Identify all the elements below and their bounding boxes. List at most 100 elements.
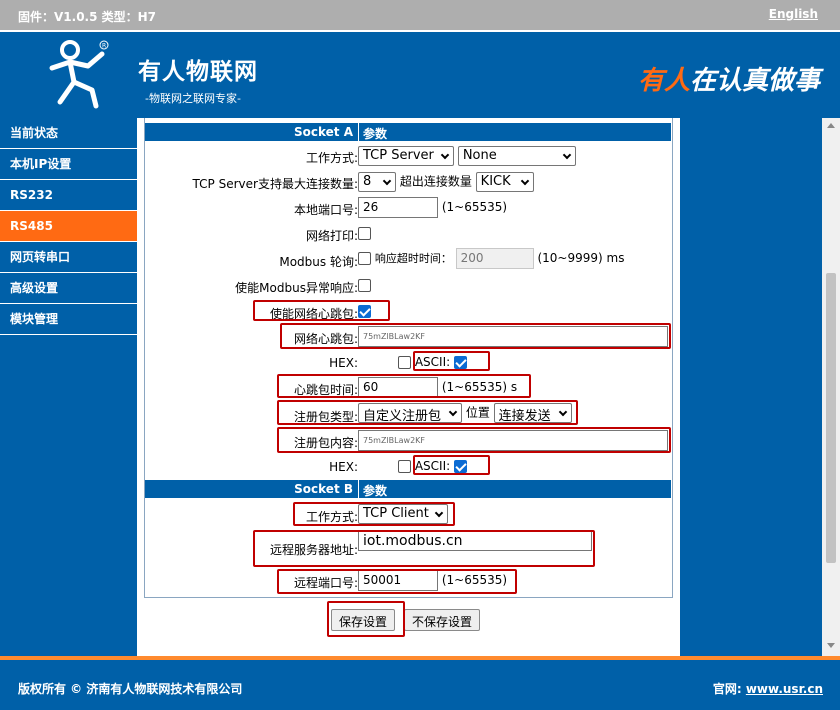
modbus-poll-label: Modbus 轮询: <box>279 255 358 269</box>
website-info: 官网: www.usr.cn <box>713 680 823 697</box>
reg-content-label: 注册包内容: <box>293 436 358 450</box>
copyright-text: 版权所有 © 济南有人物联网技术有限公司 <box>18 682 243 696</box>
sidebar-item-web-serial[interactable]: 网页转串口 <box>0 242 137 273</box>
socket-a-mode-select[interactable]: TCP Server <box>358 146 454 166</box>
timeout-range: (10~9999) ms <box>537 251 625 265</box>
net-print-label: 网络打印: <box>305 229 358 243</box>
position-select[interactable]: 连接发送 <box>493 403 572 424</box>
ascii-checkbox[interactable] <box>453 356 467 369</box>
hex-checkbox[interactable] <box>398 460 411 473</box>
heartbeat-enable-group <box>358 304 371 318</box>
max-connections-value: 8 <box>363 174 372 189</box>
no-save-button[interactable]: 不保存设置 <box>404 609 481 631</box>
reg-type-value: 自定义注册包 <box>363 409 442 424</box>
header-banner: R 有人物联网 -物联网之联网专家- 有人在认真做事 <box>0 30 840 118</box>
socket-b-header: Socket B 参数 <box>145 480 671 498</box>
socket-a-mode2-value: None <box>462 148 497 163</box>
right-strip <box>680 118 822 656</box>
reg-type-group: 自定义注册包 位置 连接发送 <box>358 403 572 424</box>
chevron-down-icon <box>382 176 392 186</box>
remote-server-group: iot.modbus.cn <box>358 531 592 551</box>
slogan: 有人在认真做事 <box>638 60 820 97</box>
socket-b-title: Socket B <box>294 482 353 496</box>
net-print-group <box>358 226 371 240</box>
socket-b-mode-label: 工作方式: <box>305 510 358 524</box>
reg-content-input[interactable]: 75mZlBLaw2KF <box>358 430 668 451</box>
modbus-exception-group <box>358 278 371 292</box>
modbus-exception-checkbox[interactable] <box>358 279 371 292</box>
socket-b-mode-group: TCP Client <box>358 504 448 524</box>
local-port-group: 26 (1~65535) <box>358 197 507 218</box>
position-value: 连接发送 <box>498 409 551 424</box>
scroll-up-icon[interactable] <box>827 123 835 128</box>
ascii-label: ASCII: <box>414 355 451 369</box>
footer: 版权所有 © 济南有人物联网技术有限公司 官网: www.usr.cn <box>0 656 840 710</box>
firmware-info: 固件：V1.0.5 类型：H7 <box>18 10 157 24</box>
local-port-input[interactable]: 26 <box>358 197 438 218</box>
brand-name: 有人物联网 <box>138 59 258 85</box>
timeout-input[interactable]: 200 <box>455 248 534 269</box>
brand-subtitle: -物联网之联网专家- <box>145 92 241 105</box>
sidebar-item-advanced[interactable]: 高级设置 <box>0 273 137 304</box>
sidebar-item-rs232[interactable]: RS232 <box>0 180 137 211</box>
remote-port-input[interactable]: 50001 <box>358 570 438 591</box>
heartbeat-content-input[interactable]: 75mZlBLaw2KF <box>358 326 668 347</box>
scroll-thumb[interactable] <box>826 273 836 563</box>
svg-text:R: R <box>102 43 106 50</box>
socket-a-mode-label: 工作方式: <box>305 151 358 165</box>
remote-port-range: (1~65535) <box>441 573 508 587</box>
sidebar-item-ip-settings[interactable]: 本机IP设置 <box>0 149 137 180</box>
hex-label: HEX: <box>329 356 358 370</box>
exceed-label: 超出连接数量 <box>399 174 472 189</box>
exceed-action-select[interactable]: KICK <box>475 172 534 192</box>
socket-a-mode2-select[interactable]: None <box>457 146 576 166</box>
remote-server-input[interactable]: iot.modbus.cn <box>358 531 592 551</box>
timeout-label: 响应超时时间： <box>374 252 452 265</box>
socket-b-mode-select[interactable]: TCP Client <box>358 504 448 524</box>
english-link[interactable]: English <box>769 7 818 21</box>
remote-port-group: 50001 (1~65535) <box>358 570 507 591</box>
socket-b-mode-value: TCP Client <box>363 506 429 521</box>
hex-checkbox[interactable] <box>398 356 411 369</box>
hex-label: HEX: <box>329 460 358 474</box>
max-connections-group: 8 超出连接数量 KICK <box>358 172 534 192</box>
heartbeat-time-group: 60 (1~65535) s <box>358 377 517 398</box>
chevron-down-icon <box>448 407 458 417</box>
max-connections-label: TCP Server支持最大连接数量: <box>192 177 358 191</box>
sidebar-nav: 当前状态 本机IP设置 RS232 RS485 网页转串口 高级设置 模块管理 <box>0 118 137 656</box>
remote-server-label: 远程服务器地址: <box>269 543 358 557</box>
socket-b-params: 参数 <box>358 480 387 498</box>
heartbeat-enable-checkbox[interactable] <box>358 305 371 318</box>
chevron-down-icon <box>562 150 572 160</box>
slogan-part1: 有人 <box>637 66 690 96</box>
reg-type-select[interactable]: 自定义注册包 <box>358 403 462 424</box>
save-button[interactable]: 保存设置 <box>331 609 396 631</box>
heartbeat-time-label: 心跳包时间: <box>293 383 358 397</box>
exceed-action-value: KICK <box>480 174 511 189</box>
modbus-poll-group: 响应超时时间： 200 (10~9999) ms <box>358 248 624 269</box>
ascii-checkbox[interactable] <box>453 460 467 473</box>
heartbeat-time-input[interactable]: 60 <box>358 377 438 398</box>
website-label: 官网: <box>712 682 742 696</box>
remote-port-label: 远程端口号: <box>293 576 358 590</box>
modbus-poll-checkbox[interactable] <box>358 252 371 265</box>
sidebar-item-module-management[interactable]: 模块管理 <box>0 304 137 335</box>
heartbeat-content-label: 网络心跳包: <box>293 332 358 346</box>
max-connections-select[interactable]: 8 <box>358 172 396 192</box>
net-print-checkbox[interactable] <box>358 227 371 240</box>
sidebar-item-status[interactable]: 当前状态 <box>0 118 137 149</box>
local-port-range: (1~65535) <box>441 200 508 214</box>
reg-type-label: 注册包类型: <box>293 410 358 424</box>
socket-a-params: 参数 <box>358 123 387 141</box>
modbus-exception-label: 使能Modbus异常响应: <box>235 281 358 295</box>
socket-a-header: Socket A 参数 <box>145 123 671 141</box>
sidebar-item-rs485[interactable]: RS485 <box>0 211 137 242</box>
socket-a-mode-group: TCP Server None <box>358 146 576 166</box>
vertical-scrollbar[interactable] <box>822 118 840 656</box>
slogan-part2: 在认真做事 <box>689 66 820 96</box>
heartbeat-content-group: 75mZlBLaw2KF <box>358 326 668 347</box>
website-link[interactable]: www.usr.cn <box>746 682 823 696</box>
chevron-down-icon <box>558 407 567 417</box>
scroll-down-icon[interactable] <box>827 643 835 648</box>
position-label: 位置 <box>465 405 490 420</box>
